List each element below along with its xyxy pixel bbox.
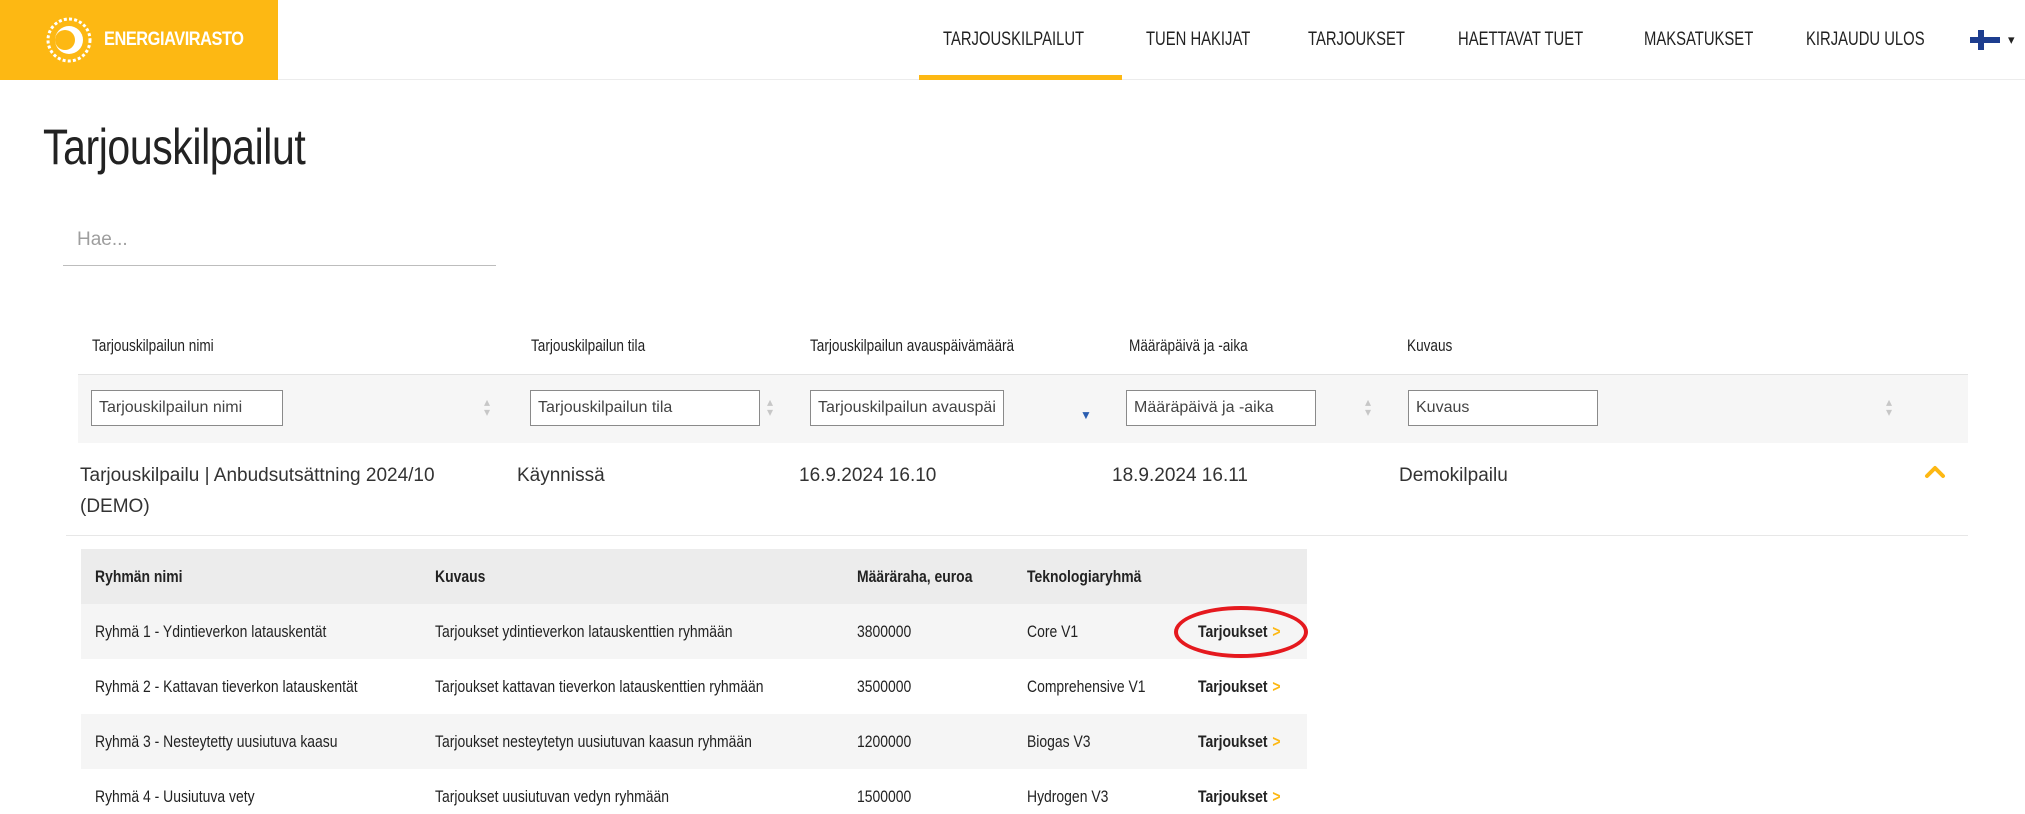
competition-status: Käynnissä: [517, 465, 605, 486]
chevron-right-icon: >: [1272, 622, 1281, 641]
group-budget: 1500000: [857, 787, 912, 806]
energiavirasto-logo-icon: [46, 17, 92, 63]
competition-deadline: 18.9.2024 16.11: [1112, 465, 1248, 486]
chevron-right-icon: >: [1272, 732, 1281, 751]
groups-col-budget: Määräraha, euroa: [857, 567, 973, 586]
group-budget: 3500000: [857, 677, 912, 696]
filter-opened-input[interactable]: [810, 390, 1004, 426]
sort-status-icon[interactable]: ▴ ▾: [764, 396, 776, 418]
column-header-deadline[interactable]: Määräpäivä ja -aika: [1129, 336, 1248, 356]
tarjoukset-link-label: Tarjoukset: [1198, 732, 1268, 751]
filter-description-input[interactable]: [1408, 390, 1598, 426]
top-header: ENERGIAVIRASTO TARJOUSKILPAILUT TUEN HAK…: [0, 0, 2025, 80]
language-dropdown-icon[interactable]: ▾: [2008, 32, 2015, 48]
chevron-up-icon[interactable]: [1924, 463, 1946, 479]
tarjoukset-link[interactable]: Tarjoukset >: [1198, 659, 1281, 714]
groups-header-row: Ryhmän nimi Kuvaus Määräraha, euroa Tekn…: [81, 549, 1307, 604]
group-tech: Core V1: [1027, 622, 1079, 641]
nav-maksatukset[interactable]: MAKSATUKSET: [1644, 0, 1753, 80]
tarjoukset-link-label: Tarjoukset: [1198, 677, 1268, 696]
filter-row: [78, 375, 1968, 443]
nav-kirjaudu-ulos[interactable]: KIRJAUDU ULOS: [1806, 0, 1925, 80]
groups-col-name: Ryhmän nimi: [95, 567, 183, 586]
group-description: Tarjoukset ydintieverkon latauskenttien …: [435, 622, 733, 641]
groups-col-description: Kuvaus: [435, 567, 486, 586]
energiavirasto-logo[interactable]: ENERGIAVIRASTO: [0, 0, 278, 80]
table-row: Ryhmä 2 - Kattavan tieverkon latauskentä…: [81, 659, 1307, 714]
group-budget: 3800000: [857, 622, 912, 641]
group-description: Tarjoukset kattavan tieverkon latauskent…: [435, 677, 764, 696]
sort-opened-desc-icon[interactable]: ▼: [1080, 408, 1092, 422]
finnish-flag-icon[interactable]: [1970, 30, 2000, 50]
group-tech: Hydrogen V3: [1027, 787, 1109, 806]
nav-tarjoukset[interactable]: TARJOUKSET: [1308, 0, 1405, 80]
column-header-description[interactable]: Kuvaus: [1407, 336, 1452, 356]
group-budget: 1200000: [857, 732, 912, 751]
nav-tuen-hakijat[interactable]: TUEN HAKIJAT: [1146, 0, 1250, 80]
group-tech: Comprehensive V1: [1027, 677, 1146, 696]
competition-opened: 16.9.2024 16.10: [799, 465, 937, 486]
active-nav-indicator: [919, 75, 1122, 80]
competition-name: Tarjouskilpailu | Anbudsutsättning 2024/…: [80, 465, 435, 517]
column-header-opened[interactable]: Tarjouskilpailun avauspäivämäärä: [810, 336, 1014, 356]
groups-col-tech: Teknologiaryhmä: [1027, 567, 1142, 586]
tarjoukset-link[interactable]: Tarjoukset >: [1198, 604, 1281, 659]
column-header-status[interactable]: Tarjouskilpailun tila: [531, 336, 645, 356]
table-row: Ryhmä 4 - Uusiutuva vety Tarjoukset uusi…: [81, 769, 1307, 814]
chevron-right-icon: >: [1272, 677, 1281, 696]
sort-description-icon[interactable]: ▴ ▾: [1883, 396, 1895, 418]
tarjoukset-link[interactable]: Tarjoukset >: [1198, 714, 1281, 769]
tarjoukset-link-label: Tarjoukset: [1198, 787, 1268, 806]
group-description: Tarjoukset nesteytetyn uusiutuvan kaasun…: [435, 732, 752, 751]
filter-name-input[interactable]: [91, 390, 283, 426]
group-description: Tarjoukset uusiutuvan vedyn ryhmään: [435, 787, 670, 806]
group-name: Ryhmä 2 - Kattavan tieverkon latauskentä…: [95, 677, 358, 696]
tarjoukset-link-label: Tarjoukset: [1198, 622, 1268, 641]
group-name: Ryhmä 1 - Ydintieverkon latauskentät: [95, 622, 327, 641]
competition-description: Demokilpailu: [1399, 465, 1508, 486]
nav-tarjouskilpailut[interactable]: TARJOUSKILPAILUT: [943, 0, 1084, 80]
column-header-name[interactable]: Tarjouskilpailun nimi: [92, 336, 214, 356]
group-tech: Biogas V3: [1027, 732, 1091, 751]
filter-status-input[interactable]: [530, 390, 760, 426]
page-title: Tarjouskilpailut: [43, 119, 306, 175]
filter-deadline-input[interactable]: [1126, 390, 1316, 426]
group-name: Ryhmä 3 - Nesteytetty uusiutuva kaasu: [95, 732, 338, 751]
table-row: Ryhmä 3 - Nesteytetty uusiutuva kaasu Ta…: [81, 714, 1307, 769]
sort-deadline-icon[interactable]: ▴ ▾: [1362, 396, 1374, 418]
nav-haettavat-tuet[interactable]: HAETTAVAT TUET: [1458, 0, 1583, 80]
group-name: Ryhmä 4 - Uusiutuva vety: [95, 787, 255, 806]
table-row: Ryhmä 1 - Ydintieverkon latauskentät Tar…: [81, 604, 1307, 659]
chevron-right-icon: >: [1272, 787, 1281, 806]
search-input[interactable]: [63, 214, 496, 266]
brand-name: ENERGIAVIRASTO: [104, 29, 244, 50]
tarjoukset-link[interactable]: Tarjoukset >: [1198, 769, 1281, 814]
sort-name-icon[interactable]: ▴ ▾: [481, 396, 493, 418]
